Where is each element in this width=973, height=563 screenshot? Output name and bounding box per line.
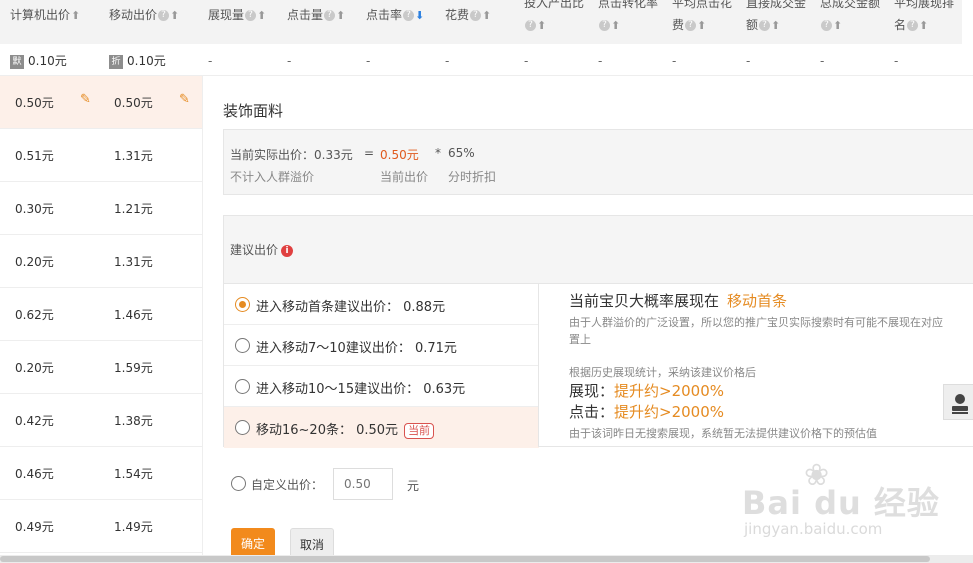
radio[interactable] bbox=[235, 420, 250, 435]
click-forecast: 点击：提升约>2000% bbox=[569, 403, 725, 421]
help-icon[interactable]: ? bbox=[525, 20, 536, 31]
table-header: 计算机出价⬆ 移动出价? ⬆ 展现量? ⬆ 点击量? ⬆ 点击率? ⬇ 花费? ⬆ 投入产… bbox=[0, 0, 962, 44]
help-icon[interactable]: ? bbox=[599, 20, 610, 31]
discount-tag-icon: 折 bbox=[109, 54, 123, 69]
page: 计算机出价⬆ 移动出价? ⬆ 展现量? ⬆ 点击量? ⬆ 点击率? ⬇ 花费? ⬆ 投入产… bbox=[0, 0, 973, 563]
impression-forecast: 展现：提升约>2000% bbox=[569, 382, 725, 400]
sort-up-icon[interactable]: ⬆ bbox=[257, 1, 266, 31]
help-icon[interactable]: ? bbox=[759, 20, 771, 31]
help-icon[interactable]: ? bbox=[470, 10, 482, 21]
radio[interactable] bbox=[235, 338, 250, 353]
bid-option-first[interactable]: 进入移动首条建议出价： 0.88元 bbox=[224, 284, 539, 325]
table-row[interactable]: 0.46元 1.54元 bbox=[0, 447, 202, 500]
col-header-ctr[interactable]: 点击率? ⬇ bbox=[366, 0, 424, 44]
col-header-total-gmv[interactable]: 总成交金额 ? ⬆ bbox=[820, 0, 892, 44]
help-icon[interactable]: ? bbox=[324, 10, 336, 21]
sort-up-icon[interactable]: ⬆ bbox=[170, 1, 179, 31]
sort-up-icon[interactable]: ⬆ bbox=[771, 15, 780, 37]
keyword-title: 装饰面料 bbox=[223, 102, 284, 120]
info-icon[interactable]: i bbox=[281, 244, 294, 257]
sort-up-icon[interactable]: ⬆ bbox=[537, 15, 546, 37]
col-header-direct-gmv[interactable]: 直接成交金 额? ⬆ bbox=[746, 0, 818, 44]
help-icon[interactable]: ? bbox=[907, 20, 919, 31]
table-row[interactable]: 0.62元 1.46元 bbox=[0, 288, 202, 341]
table-row[interactable]: 0.20元 1.59元 bbox=[0, 341, 202, 394]
col-header-avg-cpc[interactable]: 平均点击花 费? ⬆ bbox=[672, 0, 744, 44]
radio-selected[interactable] bbox=[235, 297, 250, 312]
forecast-title: 当前宝贝大概率展现在 移动首条 bbox=[569, 292, 788, 310]
bid-option-16-20[interactable]: 移动16~20条： 0.50元 当前 bbox=[224, 407, 539, 448]
bid-option-10-15[interactable]: 进入移动10～15建议出价： 0.63元 bbox=[224, 366, 539, 407]
default-tag-icon: 默 bbox=[10, 54, 24, 69]
sort-up-icon[interactable]: ⬆ bbox=[833, 15, 842, 37]
table-row[interactable]: 0.51元 1.31元 bbox=[0, 129, 202, 182]
bid-option-7-10[interactable]: 进入移动7～10建议出价： 0.71元 bbox=[224, 325, 539, 366]
col-header-clicks[interactable]: 点击量? ⬆ bbox=[287, 0, 345, 44]
help-icon[interactable]: ? bbox=[821, 20, 832, 31]
sort-up-icon[interactable]: ⬆ bbox=[919, 15, 928, 37]
table-row[interactable]: 0.49元 1.49元 bbox=[0, 500, 202, 553]
col-header-impressions[interactable]: 展现量? ⬆ bbox=[208, 0, 266, 44]
sort-down-icon[interactable]: ⬇ bbox=[415, 1, 424, 31]
radio[interactable] bbox=[235, 379, 250, 394]
current-badge: 当前 bbox=[404, 423, 435, 439]
col-header-mobile-bid[interactable]: 移动出价? ⬆ bbox=[109, 0, 179, 44]
table-row[interactable]: 0.42元 1.38元 bbox=[0, 394, 202, 447]
table-row-default: 默 0.10元 折 0.10元 - - - - - - - - - - bbox=[0, 44, 973, 76]
col-header-avg-rank[interactable]: 平均展现排 名? ⬆ bbox=[894, 0, 962, 44]
help-icon[interactable]: ? bbox=[685, 20, 697, 31]
col-header-pc-bid[interactable]: 计算机出价⬆ bbox=[10, 0, 80, 44]
help-icon[interactable]: ? bbox=[245, 10, 257, 21]
sort-up-icon[interactable]: ⬆ bbox=[611, 15, 620, 37]
sort-up-icon[interactable]: ⬆ bbox=[71, 1, 80, 31]
table-row[interactable]: 0.20元 1.31元 bbox=[0, 235, 202, 288]
user-icon bbox=[952, 394, 968, 414]
table-row[interactable]: 0.30元 1.21元 bbox=[0, 182, 202, 235]
custom-bid-input[interactable] bbox=[333, 468, 393, 500]
col-header-roi[interactable]: 投入产出比 ? ⬆ bbox=[524, 0, 596, 44]
scrollbar-thumb[interactable] bbox=[0, 556, 930, 562]
suggested-bid-header: 建议出价 i bbox=[224, 216, 973, 284]
help-icon[interactable]: ? bbox=[403, 10, 415, 21]
current-bid-value: 0.50元 bbox=[380, 148, 419, 162]
edit-pencil-icon[interactable]: ✎ bbox=[80, 92, 91, 107]
sort-up-icon[interactable]: ⬆ bbox=[482, 1, 491, 31]
table-row[interactable]: 0.50元 ✎ 0.50元 ✎ bbox=[0, 76, 202, 129]
actual-bid-box: 当前实际出价：0.33元 = 0.50元 * 65% 不计入人群溢价 当前出价 … bbox=[223, 129, 973, 195]
col-header-conversion[interactable]: 点击转化率 ? ⬆ bbox=[598, 0, 670, 44]
edit-pencil-icon[interactable]: ✎ bbox=[179, 92, 190, 107]
suggested-bid-box: 建议出价 i 进入移动首条建议出价： 0.88元 进入移动7～10建议出价： 0.… bbox=[223, 215, 973, 448]
sort-up-icon[interactable]: ⬆ bbox=[336, 1, 345, 31]
custom-bid-radio[interactable] bbox=[231, 476, 246, 491]
help-icon[interactable]: ? bbox=[158, 10, 170, 21]
horizontal-scrollbar[interactable] bbox=[0, 555, 973, 563]
sort-up-icon[interactable]: ⬆ bbox=[697, 15, 706, 37]
bid-edit-panel: 装饰面料 当前实际出价：0.33元 = 0.50元 * 65% 不计入人群溢价 … bbox=[203, 76, 973, 563]
default-pc-bid: 默 0.10元 bbox=[10, 52, 67, 69]
side-float-button[interactable] bbox=[943, 384, 973, 420]
default-mobile-bid: 折 0.10元 bbox=[109, 52, 166, 69]
time-discount-value: 65% bbox=[448, 146, 475, 160]
options-divider bbox=[538, 284, 539, 447]
col-header-cost[interactable]: 花费? ⬆ bbox=[445, 0, 491, 44]
